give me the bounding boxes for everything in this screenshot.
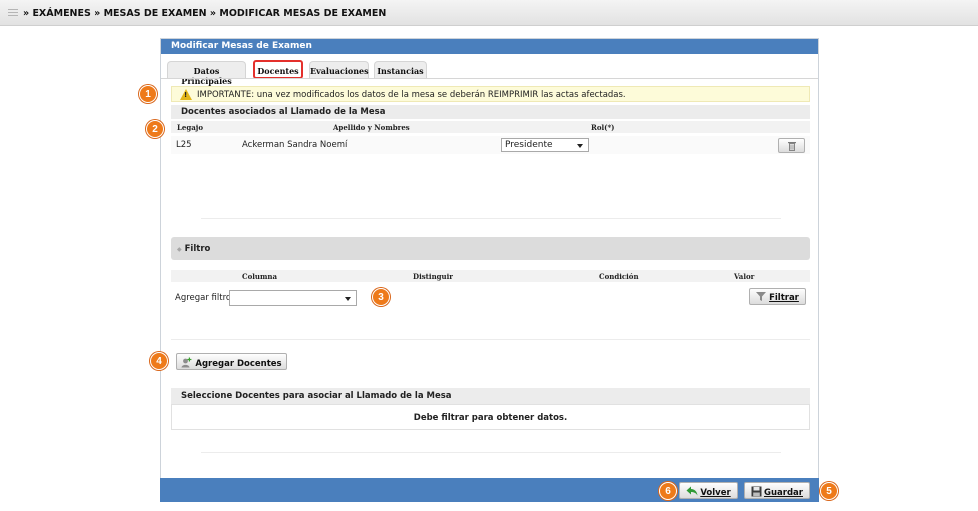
callout-badge-6: 6 [659, 482, 677, 500]
panel-title: Modificar Mesas de Examen [161, 39, 818, 54]
collapse-icon: ◆ [177, 246, 182, 253]
trash-icon [787, 142, 796, 151]
add-docentes-button[interactable]: Agregar Docentes [176, 353, 287, 370]
save-icon [751, 486, 762, 497]
breadcrumb: » EXÁMENES » MESAS DE EXAMEN » MODIFICAR… [23, 8, 387, 19]
callout-badge-1: 1 [139, 85, 157, 103]
callout-badge-4: 4 [150, 352, 168, 370]
volver-button[interactable]: Volver [679, 482, 738, 499]
chevron-down-icon [577, 144, 583, 148]
tab-datos-principales[interactable]: Datos Principales [167, 61, 246, 86]
warning-icon: ! [180, 89, 192, 100]
divider [171, 339, 810, 340]
divider [201, 218, 781, 219]
guardar-label: Guardar [764, 488, 803, 498]
delete-docente-button[interactable] [778, 138, 805, 153]
callout-badge-2: 2 [146, 120, 164, 138]
rol-select[interactable]: Presidente [501, 138, 589, 152]
warning-banner: ! IMPORTANTE: una vez modificados los da… [171, 86, 810, 102]
column-header-valor: Valor [734, 272, 755, 281]
filter-button[interactable]: Filtrar [749, 288, 806, 305]
column-header-rol: Rol(*) [591, 123, 615, 132]
panel-footer: Volver Guardar [160, 478, 819, 502]
column-header-legajo: Legajo [177, 123, 204, 132]
guardar-button[interactable]: Guardar [744, 482, 810, 499]
back-arrow-icon [686, 486, 698, 496]
divider [201, 452, 781, 453]
column-header-distinguir: Distinguir [413, 272, 453, 281]
docentes-section-title: Docentes asociados al Llamado de la Mesa [171, 105, 810, 119]
volver-label: Volver [700, 488, 731, 498]
empty-results-message: Debe filtrar para obtener datos. [171, 404, 810, 430]
menu-icon[interactable] [8, 9, 18, 18]
warning-text: IMPORTANTE: una vez modificados los dato… [197, 90, 626, 100]
filter-section-header[interactable]: ◆ Filtro [171, 237, 810, 260]
docente-legajo: L25 [176, 140, 192, 150]
tab-divider [161, 78, 818, 79]
callout-badge-5: 5 [820, 482, 838, 500]
add-filter-label: Agregar filtro [175, 293, 232, 303]
breadcrumb-bar: » EXÁMENES » MESAS DE EXAMEN » MODIFICAR… [0, 0, 978, 26]
docentes-grid-header: Legajo Apellido y Nombres Rol(*) [171, 121, 810, 133]
column-header-apellido: Apellido y Nombres [333, 123, 410, 132]
main-panel: Modificar Mesas de Examen Datos Principa… [160, 38, 819, 502]
filter-grid-header: Columna Distinguir Condición Valor [171, 270, 810, 282]
tab-instancias[interactable]: Instancias [374, 61, 427, 78]
select-docentes-title: Seleccione Docentes para asociar al Llam… [171, 388, 810, 404]
add-docentes-label: Agregar Docentes [195, 359, 282, 369]
filter-button-label: Filtrar [769, 293, 799, 303]
filter-section-title: Filtro [184, 244, 211, 254]
docente-nombre: Ackerman Sandra Noemí [242, 140, 348, 150]
callout-badge-3: 3 [372, 288, 390, 306]
table-row: L25 Ackerman Sandra Noemí [171, 136, 810, 154]
column-header-condicion: Condición [599, 272, 639, 281]
funnel-icon [756, 292, 767, 301]
chevron-down-icon [345, 297, 351, 301]
tab-docentes[interactable]: Docentes [253, 60, 303, 79]
add-user-icon [181, 357, 192, 368]
column-header-columna: Columna [242, 272, 278, 281]
tab-evaluaciones[interactable]: Evaluaciones [309, 61, 369, 78]
rol-select-value: Presidente [505, 140, 553, 150]
add-filter-select[interactable] [229, 290, 357, 306]
